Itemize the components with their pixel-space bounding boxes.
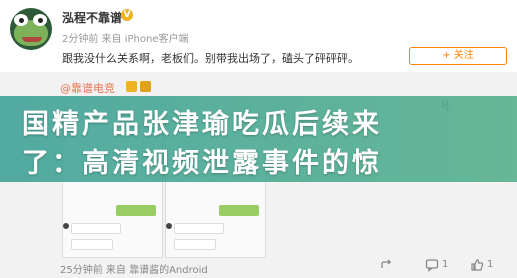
original-post: 泓程不靠谱 V 2分钟前 来自 iPhone客户端 跟我没什么关系啊，老板们。别… [0,0,517,72]
share-icon[interactable] [380,258,394,275]
chat-bubble-received [71,223,121,234]
overlay-title-line-2: 了：高清视频泄露事件的惊 [22,148,382,179]
action-bar: 1 1 [380,258,510,274]
chat-bubble-received [71,239,113,250]
verified-badge-icon: V [121,9,133,21]
chat-bubble-sent [116,205,156,216]
weibo-post-page: 泓程不靠谱 V 2分钟前 来自 iPhone客户端 跟我没什么关系啊，老板们。别… [0,0,517,278]
frog-pupil-right [38,18,43,23]
frog-mouth [22,37,42,42]
avatar[interactable] [10,8,52,50]
comment-icon[interactable] [425,258,439,275]
repost-author[interactable]: @靠谱电竞 [60,80,115,96]
chat-avatar [166,223,172,229]
username[interactable]: 泓程不靠谱 [62,9,122,26]
chat-bubble-received [174,223,224,234]
post-text: 跟我没什么关系啊，老板们。别带我出场了，磕头了砰砰砰。 [62,52,359,65]
frog-pupil-left [19,18,24,23]
chat-avatar [63,223,69,229]
chat-bubble-received [174,239,216,250]
like-count: 1 [487,259,494,270]
comment-count: 1 [442,259,449,270]
like-icon[interactable] [470,258,484,275]
repost-badge-icon [126,81,137,92]
post-meta: 2分钟前 来自 iPhone客户端 [62,34,189,45]
repost-meta: 25分钟前 来自 靠谱酱的Android [60,265,208,276]
chat-bubble-sent [219,205,259,216]
crown-icon [140,81,151,92]
follow-button[interactable]: + 关注 [409,47,507,65]
overlay-title-line-1: 国精产品张津瑜吃瓜后续来 [22,109,382,140]
